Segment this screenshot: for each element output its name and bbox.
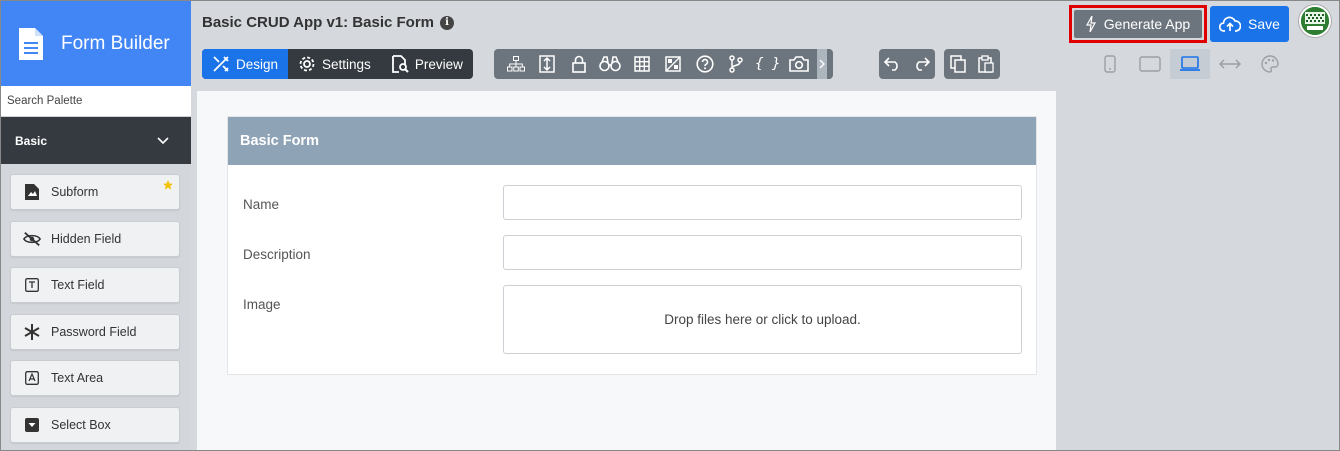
design-tools-icon (213, 56, 229, 72)
binoculars-icon[interactable] (595, 49, 627, 79)
palette-group-label: Basic (15, 133, 48, 148)
description-input[interactable] (503, 235, 1022, 270)
preview-icon (391, 55, 409, 73)
undo-icon[interactable] (879, 49, 907, 79)
field-label: Description (243, 247, 311, 262)
palette-item-label: Hidden Field (51, 231, 122, 246)
help-icon[interactable] (689, 49, 721, 79)
tab-label: Preview (414, 56, 463, 72)
tab-preview[interactable]: Preview (381, 49, 473, 79)
laptop-icon[interactable] (1170, 49, 1210, 79)
form-title: Basic Form (240, 133, 319, 149)
palette-item-label: Select Box (51, 417, 111, 432)
chevron-down-icon (157, 134, 169, 148)
palette-item-label: Text Field (51, 278, 105, 292)
redo-icon[interactable] (907, 49, 935, 79)
palette-search-input[interactable] (7, 95, 191, 107)
document-icon (15, 24, 47, 64)
name-input[interactable] (503, 185, 1022, 220)
palette-search (1, 86, 191, 117)
chevron-right-icon[interactable] (817, 49, 827, 79)
palette-item-password-field[interactable]: Password Field (10, 313, 180, 350)
gear-icon (299, 56, 315, 72)
phone-icon[interactable] (1090, 49, 1130, 79)
field-label: Image (243, 297, 281, 312)
sidebar: Form Builder Basic Subform Hidden Field (1, 1, 191, 450)
generate-app-label: Generate App (1103, 16, 1191, 32)
tab-label: Design (236, 56, 279, 72)
table-icon[interactable] (626, 49, 658, 79)
clipboard-group (944, 49, 1000, 79)
tablet-icon[interactable] (1130, 49, 1170, 79)
palette-group-basic[interactable]: Basic (1, 117, 191, 164)
tab-label: Settings (322, 56, 371, 72)
eye-slash-icon (23, 230, 41, 248)
field-label: Name (243, 197, 280, 212)
asterisk-icon (23, 323, 41, 341)
text-area-icon (23, 369, 41, 387)
star-icon (162, 179, 174, 191)
select-box-icon (23, 416, 41, 434)
sitemap-icon[interactable] (500, 49, 532, 79)
text-field-icon (23, 276, 41, 294)
image-icon[interactable] (658, 49, 690, 79)
dropzone-text: Drop files here or click to upload. (664, 312, 861, 327)
generate-app-highlight: Generate App (1069, 5, 1207, 43)
lock-icon[interactable] (563, 49, 595, 79)
image-dropzone[interactable]: Drop files here or click to upload. (503, 285, 1022, 354)
copy-icon[interactable] (944, 49, 972, 79)
palette-item-select-box[interactable]: Select Box (10, 406, 180, 443)
app-title-text: Basic CRUD App v1: Basic Form (202, 14, 435, 31)
save-label: Save (1248, 16, 1280, 32)
history-group (879, 49, 935, 79)
info-icon[interactable]: i (440, 15, 455, 30)
avatar[interactable] (1299, 5, 1331, 37)
tab-settings[interactable]: Settings (288, 49, 381, 79)
generate-app-button[interactable]: Generate App (1074, 10, 1202, 38)
json-icon[interactable]: { } (752, 49, 784, 79)
palette-item-label: Text Area (51, 371, 104, 385)
page-title: Basic CRUD App v1: Basic Form i (202, 14, 455, 31)
subform-icon (23, 183, 41, 201)
palette-icon[interactable] (1250, 49, 1290, 79)
form-panel-header: Basic Form (228, 117, 1036, 165)
brand-bar: Form Builder (1, 1, 191, 86)
bolt-icon (1085, 16, 1096, 32)
form-panel[interactable]: Basic Form Name Description Image Drop f… (227, 116, 1037, 375)
palette-item-label: Password Field (51, 324, 137, 339)
camera-icon[interactable] (784, 49, 816, 79)
palette-item-text-field[interactable]: Text Field (10, 267, 180, 303)
device-switcher (1090, 49, 1290, 79)
branch-icon[interactable] (721, 49, 753, 79)
form-icon[interactable] (532, 49, 564, 79)
view-tabs: Design Settings Preview (202, 49, 473, 79)
paste-icon[interactable] (972, 49, 1000, 79)
brand-title: Form Builder (61, 32, 170, 54)
fluid-icon[interactable] (1210, 49, 1250, 79)
tab-design[interactable]: Design (202, 49, 289, 79)
palette-item-text-area[interactable]: Text Area (10, 360, 180, 396)
toolbar: { } (494, 49, 833, 79)
palette-item-label: Subform (51, 185, 99, 199)
cloud-upload-icon (1219, 16, 1242, 32)
palette-list: Subform Hidden Field Text Field Password… (1, 164, 191, 443)
palette-item-subform[interactable]: Subform (10, 174, 180, 210)
save-button[interactable]: Save (1210, 6, 1289, 42)
palette-item-hidden-field[interactable]: Hidden Field (10, 220, 180, 257)
json-glyph: { } (755, 56, 781, 72)
form-canvas: Basic Form Name Description Image Drop f… (197, 91, 1056, 451)
